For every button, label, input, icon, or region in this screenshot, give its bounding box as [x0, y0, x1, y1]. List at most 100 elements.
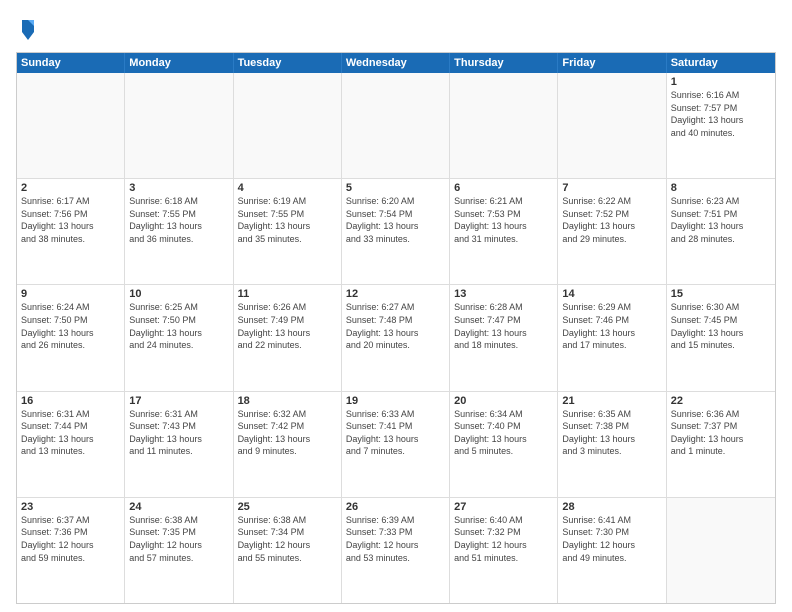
calendar-cell: 10Sunrise: 6:25 AM Sunset: 7:50 PM Dayli… — [125, 285, 233, 390]
calendar-cell: 23Sunrise: 6:37 AM Sunset: 7:36 PM Dayli… — [17, 498, 125, 603]
header-day-tuesday: Tuesday — [234, 53, 342, 73]
day-info: Sunrise: 6:33 AM Sunset: 7:41 PM Dayligh… — [346, 408, 445, 458]
calendar-row-3: 16Sunrise: 6:31 AM Sunset: 7:44 PM Dayli… — [17, 392, 775, 498]
calendar-cell: 6Sunrise: 6:21 AM Sunset: 7:53 PM Daylig… — [450, 179, 558, 284]
calendar-cell — [234, 73, 342, 178]
calendar-cell: 22Sunrise: 6:36 AM Sunset: 7:37 PM Dayli… — [667, 392, 775, 497]
calendar-cell — [450, 73, 558, 178]
day-number: 6 — [454, 182, 553, 194]
calendar-cell: 16Sunrise: 6:31 AM Sunset: 7:44 PM Dayli… — [17, 392, 125, 497]
day-number: 16 — [21, 395, 120, 407]
calendar: SundayMondayTuesdayWednesdayThursdayFrid… — [16, 52, 776, 604]
calendar-cell: 2Sunrise: 6:17 AM Sunset: 7:56 PM Daylig… — [17, 179, 125, 284]
calendar-cell: 18Sunrise: 6:32 AM Sunset: 7:42 PM Dayli… — [234, 392, 342, 497]
logo-icon — [18, 16, 38, 44]
day-number: 4 — [238, 182, 337, 194]
header — [16, 16, 776, 44]
day-number: 28 — [562, 501, 661, 513]
calendar-cell: 24Sunrise: 6:38 AM Sunset: 7:35 PM Dayli… — [125, 498, 233, 603]
day-info: Sunrise: 6:35 AM Sunset: 7:38 PM Dayligh… — [562, 408, 661, 458]
day-number: 27 — [454, 501, 553, 513]
logo — [16, 16, 38, 44]
day-number: 24 — [129, 501, 228, 513]
day-info: Sunrise: 6:32 AM Sunset: 7:42 PM Dayligh… — [238, 408, 337, 458]
day-info: Sunrise: 6:21 AM Sunset: 7:53 PM Dayligh… — [454, 195, 553, 245]
calendar-cell — [558, 73, 666, 178]
day-info: Sunrise: 6:26 AM Sunset: 7:49 PM Dayligh… — [238, 301, 337, 351]
day-number: 25 — [238, 501, 337, 513]
day-info: Sunrise: 6:37 AM Sunset: 7:36 PM Dayligh… — [21, 514, 120, 564]
calendar-body: 1Sunrise: 6:16 AM Sunset: 7:57 PM Daylig… — [17, 73, 775, 603]
day-info: Sunrise: 6:20 AM Sunset: 7:54 PM Dayligh… — [346, 195, 445, 245]
day-info: Sunrise: 6:27 AM Sunset: 7:48 PM Dayligh… — [346, 301, 445, 351]
calendar-cell: 25Sunrise: 6:38 AM Sunset: 7:34 PM Dayli… — [234, 498, 342, 603]
day-number: 18 — [238, 395, 337, 407]
calendar-row-2: 9Sunrise: 6:24 AM Sunset: 7:50 PM Daylig… — [17, 285, 775, 391]
day-info: Sunrise: 6:41 AM Sunset: 7:30 PM Dayligh… — [562, 514, 661, 564]
header-day-friday: Friday — [558, 53, 666, 73]
calendar-row-1: 2Sunrise: 6:17 AM Sunset: 7:56 PM Daylig… — [17, 179, 775, 285]
header-day-sunday: Sunday — [17, 53, 125, 73]
day-number: 10 — [129, 288, 228, 300]
day-number: 14 — [562, 288, 661, 300]
day-info: Sunrise: 6:31 AM Sunset: 7:43 PM Dayligh… — [129, 408, 228, 458]
calendar-cell: 15Sunrise: 6:30 AM Sunset: 7:45 PM Dayli… — [667, 285, 775, 390]
day-number: 17 — [129, 395, 228, 407]
calendar-cell: 11Sunrise: 6:26 AM Sunset: 7:49 PM Dayli… — [234, 285, 342, 390]
day-number: 9 — [21, 288, 120, 300]
calendar-cell: 21Sunrise: 6:35 AM Sunset: 7:38 PM Dayli… — [558, 392, 666, 497]
calendar-cell: 27Sunrise: 6:40 AM Sunset: 7:32 PM Dayli… — [450, 498, 558, 603]
calendar-cell: 28Sunrise: 6:41 AM Sunset: 7:30 PM Dayli… — [558, 498, 666, 603]
calendar-cell — [667, 498, 775, 603]
day-number: 20 — [454, 395, 553, 407]
day-info: Sunrise: 6:24 AM Sunset: 7:50 PM Dayligh… — [21, 301, 120, 351]
day-number: 22 — [671, 395, 771, 407]
day-info: Sunrise: 6:22 AM Sunset: 7:52 PM Dayligh… — [562, 195, 661, 245]
calendar-cell: 3Sunrise: 6:18 AM Sunset: 7:55 PM Daylig… — [125, 179, 233, 284]
day-number: 3 — [129, 182, 228, 194]
day-info: Sunrise: 6:40 AM Sunset: 7:32 PM Dayligh… — [454, 514, 553, 564]
day-info: Sunrise: 6:30 AM Sunset: 7:45 PM Dayligh… — [671, 301, 771, 351]
day-info: Sunrise: 6:38 AM Sunset: 7:35 PM Dayligh… — [129, 514, 228, 564]
day-info: Sunrise: 6:29 AM Sunset: 7:46 PM Dayligh… — [562, 301, 661, 351]
day-number: 8 — [671, 182, 771, 194]
day-number: 15 — [671, 288, 771, 300]
calendar-cell: 1Sunrise: 6:16 AM Sunset: 7:57 PM Daylig… — [667, 73, 775, 178]
calendar-cell: 14Sunrise: 6:29 AM Sunset: 7:46 PM Dayli… — [558, 285, 666, 390]
calendar-cell: 8Sunrise: 6:23 AM Sunset: 7:51 PM Daylig… — [667, 179, 775, 284]
day-info: Sunrise: 6:31 AM Sunset: 7:44 PM Dayligh… — [21, 408, 120, 458]
calendar-row-4: 23Sunrise: 6:37 AM Sunset: 7:36 PM Dayli… — [17, 498, 775, 603]
calendar-cell: 4Sunrise: 6:19 AM Sunset: 7:55 PM Daylig… — [234, 179, 342, 284]
day-number: 21 — [562, 395, 661, 407]
calendar-header: SundayMondayTuesdayWednesdayThursdayFrid… — [17, 53, 775, 73]
calendar-cell — [17, 73, 125, 178]
calendar-cell: 20Sunrise: 6:34 AM Sunset: 7:40 PM Dayli… — [450, 392, 558, 497]
header-day-wednesday: Wednesday — [342, 53, 450, 73]
day-number: 19 — [346, 395, 445, 407]
day-number: 12 — [346, 288, 445, 300]
day-info: Sunrise: 6:38 AM Sunset: 7:34 PM Dayligh… — [238, 514, 337, 564]
day-number: 5 — [346, 182, 445, 194]
day-info: Sunrise: 6:17 AM Sunset: 7:56 PM Dayligh… — [21, 195, 120, 245]
day-number: 26 — [346, 501, 445, 513]
calendar-row-0: 1Sunrise: 6:16 AM Sunset: 7:57 PM Daylig… — [17, 73, 775, 179]
day-info: Sunrise: 6:34 AM Sunset: 7:40 PM Dayligh… — [454, 408, 553, 458]
header-day-saturday: Saturday — [667, 53, 775, 73]
calendar-cell: 9Sunrise: 6:24 AM Sunset: 7:50 PM Daylig… — [17, 285, 125, 390]
calendar-cell — [342, 73, 450, 178]
calendar-cell: 17Sunrise: 6:31 AM Sunset: 7:43 PM Dayli… — [125, 392, 233, 497]
day-number: 23 — [21, 501, 120, 513]
day-number: 11 — [238, 288, 337, 300]
header-day-monday: Monday — [125, 53, 233, 73]
calendar-cell — [125, 73, 233, 178]
calendar-cell: 5Sunrise: 6:20 AM Sunset: 7:54 PM Daylig… — [342, 179, 450, 284]
day-number: 1 — [671, 76, 771, 88]
day-number: 13 — [454, 288, 553, 300]
day-info: Sunrise: 6:23 AM Sunset: 7:51 PM Dayligh… — [671, 195, 771, 245]
day-info: Sunrise: 6:28 AM Sunset: 7:47 PM Dayligh… — [454, 301, 553, 351]
calendar-cell: 26Sunrise: 6:39 AM Sunset: 7:33 PM Dayli… — [342, 498, 450, 603]
calendar-cell: 12Sunrise: 6:27 AM Sunset: 7:48 PM Dayli… — [342, 285, 450, 390]
day-info: Sunrise: 6:39 AM Sunset: 7:33 PM Dayligh… — [346, 514, 445, 564]
calendar-cell: 19Sunrise: 6:33 AM Sunset: 7:41 PM Dayli… — [342, 392, 450, 497]
calendar-cell: 13Sunrise: 6:28 AM Sunset: 7:47 PM Dayli… — [450, 285, 558, 390]
